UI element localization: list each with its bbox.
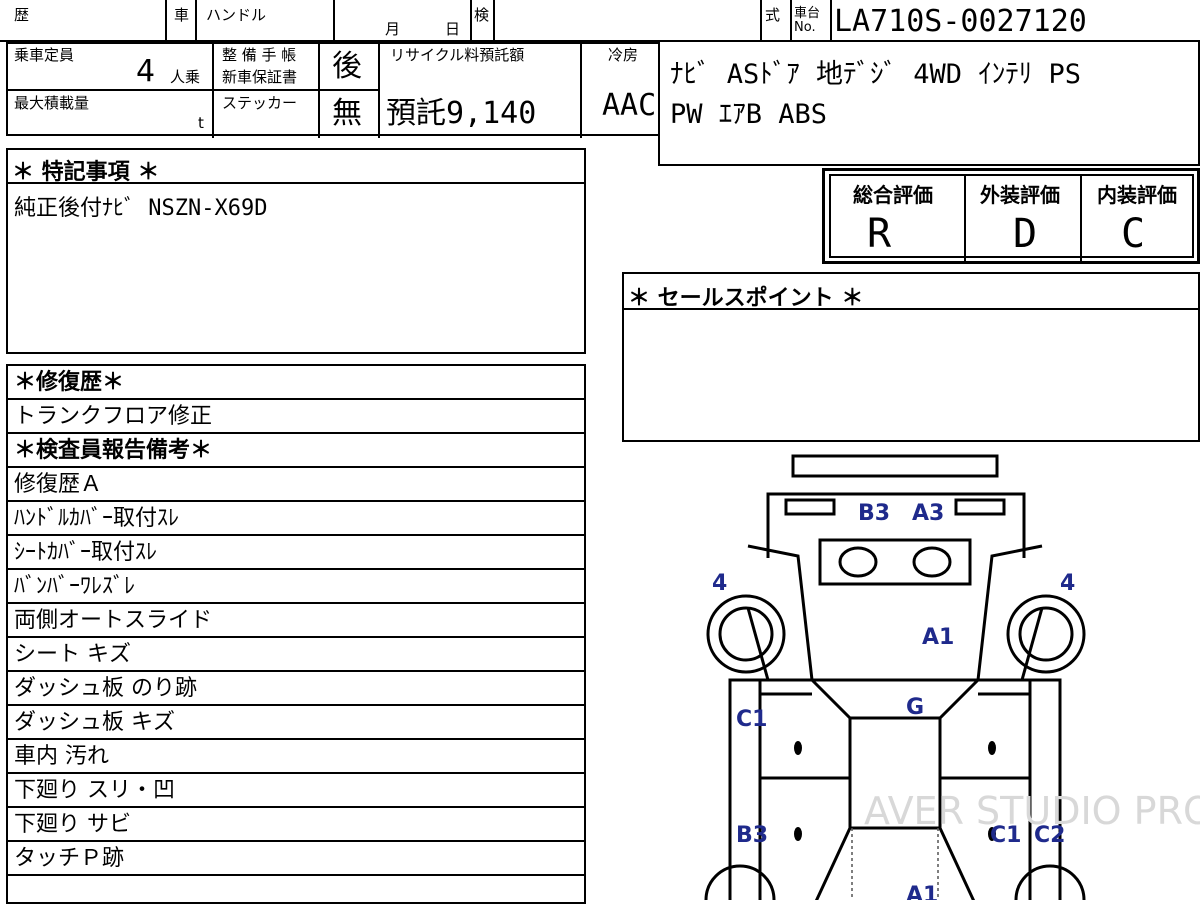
list-item: 下廻り スリ・凹	[8, 774, 584, 808]
mark-c1-left: C1	[736, 707, 767, 732]
list-item: 修復歴Ａ	[8, 468, 584, 502]
list-item: ﾊﾝﾄﾞﾙｶﾊﾞｰ取付ｽﾚ	[8, 502, 584, 536]
sticker-label: ステッカー	[222, 94, 298, 112]
sales-point-box: ＊ セールスポイント ＊	[622, 272, 1200, 442]
inspector-title: ＊検査員報告備考＊	[8, 434, 584, 468]
maxload-unit: t	[198, 114, 204, 132]
mark-b3-top: B3	[858, 501, 890, 526]
repair-item: トランクフロア修正	[8, 400, 584, 434]
mark-a3-top: A3	[912, 501, 944, 526]
watermark-text: AVER STUDIO PRO	[864, 789, 1200, 833]
overall-rating-label: 総合評価	[853, 183, 933, 207]
maxload-label: 最大積載量	[14, 94, 90, 112]
cooler-value: AAC	[602, 88, 657, 123]
exterior-rating-label: 外装評価	[980, 183, 1060, 207]
list-item: ﾊﾞﾝﾊﾞｰﾜﾚｽﾞﾚ	[8, 570, 584, 604]
interior-rating-value: C	[1121, 211, 1146, 257]
sales-point-title: ＊ セールスポイント ＊	[628, 286, 864, 311]
equipment-line1: ﾅﾋﾞ ASﾄﾞｱ 地ﾃﾞｼﾞ 4WD ｲﾝﾃﾘ PS	[670, 59, 1082, 90]
day-label: 日	[445, 20, 461, 38]
car-damage-diagram: AVER STUDIO PRO B3 A3 4 4 A1 G C1 B3 C1 …	[704, 454, 1200, 900]
ken-label: 検	[474, 6, 490, 24]
overall-rating-value: R	[867, 211, 892, 257]
chassis-number: LA710S-0027120	[834, 4, 1087, 39]
special-notes-title: ＊ 特記事項 ＊	[12, 160, 160, 185]
mark-c1-right: C1	[990, 823, 1021, 848]
equipment-line2: PW ｴｱB ABS	[670, 99, 828, 130]
spec-box: 乗車定員 4 人乗 整 備 手 帳 新車保証書 後 ステッカー 無 最大積載量 …	[6, 42, 660, 138]
list-item: 下廻り サビ	[8, 808, 584, 842]
handle-label: ハンドル	[206, 6, 267, 24]
capacity-unit: 人乗	[170, 68, 201, 86]
sticker-value: 無	[332, 96, 362, 131]
mark-left-tire: 4	[712, 571, 727, 596]
maint-label-line1: 整 備 手 帳	[222, 46, 297, 64]
list-item: ダッシュ板 キズ	[8, 706, 584, 740]
sha-label: 車	[174, 6, 190, 24]
recycle-value: 預託9,140	[386, 96, 537, 131]
recycle-label: リサイクル料預託額	[390, 46, 525, 64]
chassis-label-top: 車台	[794, 6, 821, 21]
mark-right-tire: 4	[1060, 571, 1075, 596]
special-notes-body: 純正後付ﾅﾋﾞ NSZN-X69D	[14, 196, 268, 221]
equipment-box: ﾅﾋﾞ ASﾄﾞｱ 地ﾃﾞｼﾞ 4WD ｲﾝﾃﾘ PS PW ｴｱB ABS	[658, 40, 1200, 166]
mark-c2-right: C2	[1034, 823, 1065, 848]
special-notes-box: ＊ 特記事項 ＊ 純正後付ﾅﾋﾞ NSZN-X69D	[6, 148, 586, 354]
repair-inspector-box: ＊修復歴＊ トランクフロア修正 ＊検査員報告備考＊ 修復歴Ａ ﾊﾝﾄﾞﾙｶﾊﾞｰ…	[6, 364, 586, 904]
exterior-rating-value: D	[1013, 211, 1038, 257]
ratings-box: 総合評価 外装評価 内装評価 R D C	[822, 168, 1200, 264]
shiki-label: 式	[765, 6, 781, 24]
mark-b3-left: B3	[736, 823, 768, 848]
capacity-label: 乗車定員	[14, 46, 75, 64]
mark-a1-lower: A1	[906, 883, 938, 900]
cooler-label: 冷房	[608, 46, 639, 64]
maint-label-line2: 新車保証書	[222, 68, 298, 86]
list-item: 両側オートスライド	[8, 604, 584, 638]
chassis-label-bottom: No.	[794, 20, 816, 35]
list-item: ｼｰﾄｶﾊﾞｰ取付ｽﾚ	[8, 536, 584, 570]
interior-rating-label: 内装評価	[1097, 183, 1177, 207]
repair-title: ＊修復歴＊	[8, 366, 584, 400]
mark-g: G	[906, 695, 924, 720]
month-label: 月	[385, 20, 401, 38]
list-item: ダッシュ板 のり跡	[8, 672, 584, 706]
list-item: シート キズ	[8, 638, 584, 672]
maint-value: 後	[332, 49, 362, 84]
list-item: 車内 汚れ	[8, 740, 584, 774]
header-strip: 歴 車 ハンドル 月 日 検 式 車台 No. LA710S-0027120	[0, 0, 1200, 42]
capacity-value: 4	[136, 54, 156, 89]
reki-label: 歴	[14, 6, 30, 24]
mark-a1-upper: A1	[922, 625, 954, 650]
list-item: タッチＰ跡	[8, 842, 584, 876]
